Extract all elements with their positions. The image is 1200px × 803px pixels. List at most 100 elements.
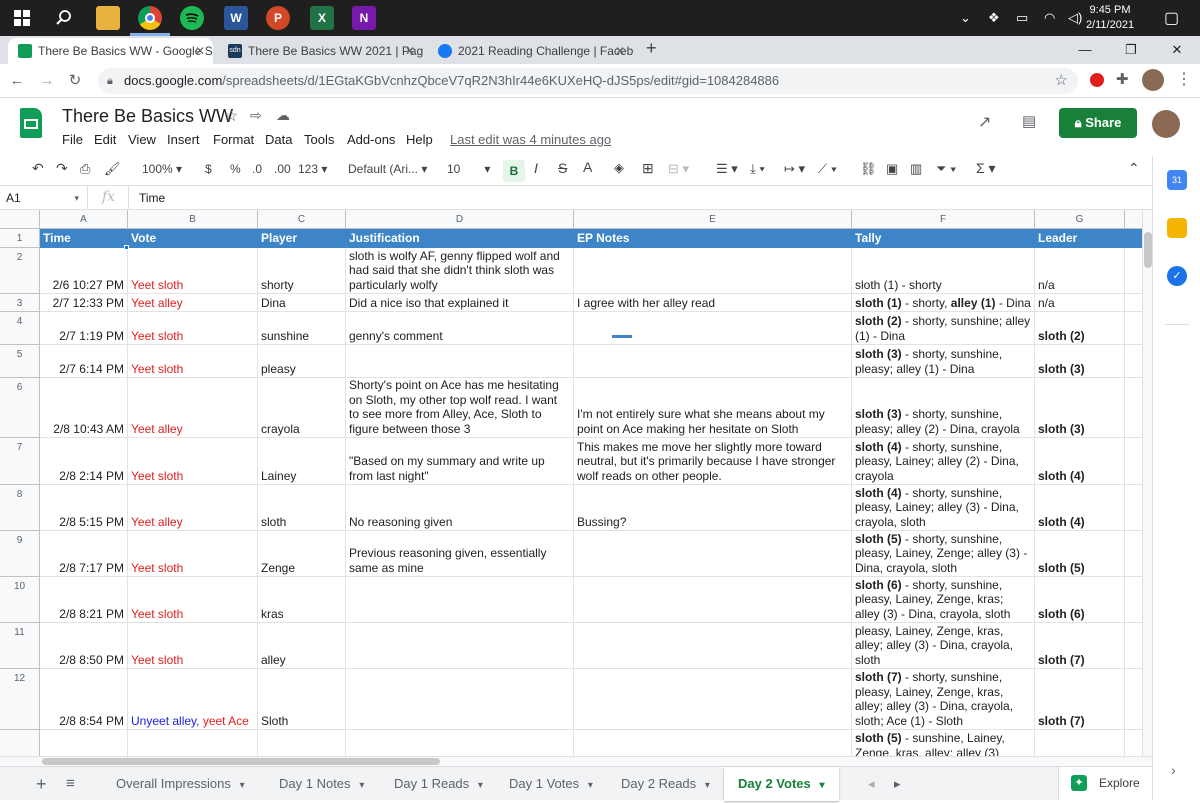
text-rotation-icon[interactable]: ⟋ ▾: [818, 161, 837, 177]
row-header[interactable]: [0, 730, 40, 756]
row-header[interactable]: 12: [0, 669, 40, 730]
formula-input[interactable]: Time: [128, 186, 1148, 210]
cell-player[interactable]: kras: [258, 577, 346, 623]
cell-leader[interactable]: sloth (7): [1035, 623, 1125, 669]
close-tab-icon[interactable]: ✕: [615, 38, 625, 64]
cell-just[interactable]: [346, 669, 574, 730]
column-header-b[interactable]: B: [128, 210, 258, 229]
vertical-scroll-thumb[interactable]: [1144, 232, 1152, 268]
cell-tally[interactable]: sloth (4) - shorty, sunshine, pleasy, La…: [852, 438, 1035, 485]
cell-just[interactable]: Previous reasoning given, essentially sa…: [346, 531, 574, 577]
close-window-icon[interactable]: ✕: [1154, 36, 1200, 64]
collapse-menus-icon[interactable]: ⌃: [1128, 160, 1140, 177]
header-cell[interactable]: Vote: [128, 229, 258, 248]
sheet-tab[interactable]: Day 1 Reads ▾: [380, 767, 497, 801]
empty-cell[interactable]: [1125, 730, 1142, 756]
sheet-tab[interactable]: Day 2 Reads ▾: [607, 767, 724, 801]
show-side-panel-icon[interactable]: ›: [1171, 762, 1176, 778]
cell-player[interactable]: crayola: [258, 378, 346, 438]
cell-ep[interactable]: [574, 345, 852, 378]
document-title[interactable]: There Be Basics WW: [62, 106, 233, 127]
spotify-icon[interactable]: [180, 6, 204, 30]
cell-player[interactable]: [258, 730, 346, 756]
cell-just[interactable]: sloth is wolfy AF, genny flipped wolf an…: [346, 248, 574, 294]
cell-tally[interactable]: sloth (3) - shorty, sunshine, pleasy; al…: [852, 345, 1035, 378]
close-tab-icon[interactable]: ✕: [195, 38, 205, 64]
row-header[interactable]: 6: [0, 378, 40, 438]
cell-leader[interactable]: [1035, 730, 1125, 756]
print-icon[interactable]: ⎙: [80, 161, 90, 177]
chrome-icon[interactable]: [138, 6, 162, 30]
cell-player[interactable]: Zenge: [258, 531, 346, 577]
row-header[interactable]: 7: [0, 438, 40, 485]
column-header-g[interactable]: G: [1035, 210, 1125, 229]
cell-just[interactable]: [346, 345, 574, 378]
chevron-down-icon[interactable]: ▾: [817, 780, 825, 791]
chevron-up-icon[interactable]: ⌄: [960, 10, 971, 26]
cell-tally[interactable]: sloth (5) - shorty, sunshine, pleasy, La…: [852, 531, 1035, 577]
cell-just[interactable]: [346, 730, 574, 756]
cell-ep[interactable]: Bussing?: [574, 485, 852, 531]
paint-format-icon[interactable]: 🖌︎: [104, 161, 121, 177]
cell-vote[interactable]: Yeet sloth: [128, 312, 258, 345]
powerpoint-icon[interactable]: P: [266, 6, 290, 30]
cell-tally[interactable]: sloth (3) - shorty, sunshine, pleasy; al…: [852, 378, 1035, 438]
cell-time[interactable]: 2/8 10:43 AM: [40, 378, 128, 438]
cell-vote[interactable]: Yeet sloth: [128, 345, 258, 378]
cell-time[interactable]: 2/8 8:21 PM: [40, 577, 128, 623]
cell-ep[interactable]: I agree with her alley read: [574, 294, 852, 312]
header-cell[interactable]: Player: [258, 229, 346, 248]
cell-time[interactable]: 2/7 6:14 PM: [40, 345, 128, 378]
cell-ep[interactable]: I'm not entirely sure what she means abo…: [574, 378, 852, 438]
cell-just[interactable]: [346, 577, 574, 623]
cell-tally[interactable]: sloth (5) - sunshine, Lainey, Zenge, kra…: [852, 730, 1035, 756]
chevron-down-icon[interactable]: ▾: [237, 780, 245, 791]
insert-chart-icon[interactable]: ▥: [910, 161, 922, 177]
cell-vote[interactable]: Yeet alley: [128, 485, 258, 531]
calendar-icon[interactable]: 31: [1167, 170, 1187, 190]
cell-tally[interactable]: sloth (7) - shorty, sunshine, pleasy, La…: [852, 669, 1035, 730]
vertical-scrollbar[interactable]: [1142, 210, 1152, 756]
back-icon[interactable]: ←: [6, 70, 28, 92]
sheet-tab[interactable]: Day 2 Votes ▾: [724, 767, 839, 801]
browser-tab-sheets[interactable]: There Be Basics WW - Google Sh ✕: [8, 38, 213, 64]
text-color-button[interactable]: A: [583, 159, 592, 175]
cell-tally[interactable]: sloth (6) - shorty, sunshine, pleasy, La…: [852, 577, 1035, 623]
cell-vote[interactable]: [128, 730, 258, 756]
empty-cell[interactable]: [1125, 438, 1142, 485]
cell-leader[interactable]: sloth (7): [1035, 669, 1125, 730]
column-header-h[interactable]: [1125, 210, 1142, 229]
percent-format-button[interactable]: %: [230, 162, 241, 176]
cell-ep[interactable]: [574, 577, 852, 623]
row-header[interactable]: 4: [0, 312, 40, 345]
reload-icon[interactable]: ↻: [64, 70, 86, 92]
cell-vote[interactable]: Yeet alley: [128, 294, 258, 312]
last-edit-link[interactable]: Last edit was 4 minutes ago: [450, 132, 611, 147]
scroll-tabs-left-icon[interactable]: ◂: [862, 767, 881, 801]
cell-just[interactable]: genny's comment: [346, 312, 574, 345]
text-wrap-icon[interactable]: ↦ ▾: [784, 161, 805, 177]
chevron-down-icon[interactable]: ▾: [585, 780, 593, 791]
cell-ep[interactable]: [574, 669, 852, 730]
selection-handle[interactable]: [124, 245, 129, 250]
chevron-down-icon[interactable]: ▾: [357, 780, 364, 791]
cell-leader[interactable]: n/a: [1035, 294, 1125, 312]
cell-just[interactable]: "Based on my summary and write up from l…: [346, 438, 574, 485]
horizontal-scroll-thumb[interactable]: [42, 758, 440, 765]
chevron-down-icon[interactable]: ▾: [475, 780, 483, 791]
browser-tab-page[interactable]: sdn There Be Basics WW 2021 | Page ✕: [218, 38, 423, 64]
onenote-icon[interactable]: N: [352, 6, 376, 30]
bold-button[interactable]: B: [503, 160, 525, 182]
cell-leader[interactable]: sloth (3): [1035, 345, 1125, 378]
cell-time[interactable]: 2/7 1:19 PM: [40, 312, 128, 345]
bookmark-star-icon[interactable]: ☆: [1055, 68, 1068, 94]
empty-cell[interactable]: [1125, 294, 1142, 312]
row-header[interactable]: 1: [0, 229, 40, 248]
header-cell[interactable]: EP Notes: [574, 229, 852, 248]
star-icon[interactable]: ☆: [224, 106, 238, 126]
menu-edit[interactable]: Edit: [94, 132, 116, 147]
cell-vote[interactable]: Yeet sloth: [128, 577, 258, 623]
sheet-tab[interactable]: Day 1 Votes ▾: [495, 767, 607, 801]
name-box[interactable]: A1 ▾: [0, 186, 88, 210]
horizontal-align-icon[interactable]: ☰ ▾: [716, 161, 738, 177]
